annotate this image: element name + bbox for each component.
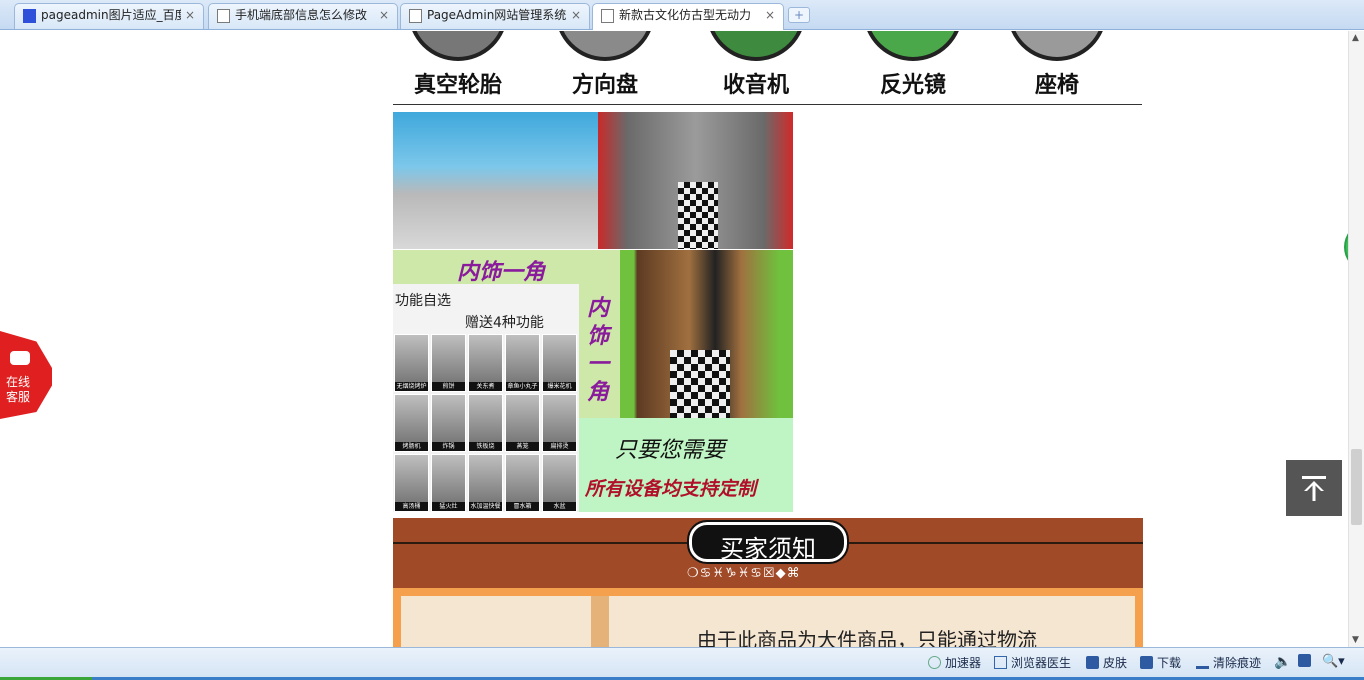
notice-text: 由于此商品为大件商品，只能通过物流	[697, 628, 1037, 647]
page-icon	[601, 9, 614, 23]
accelerator-button[interactable]: 加速器	[928, 654, 981, 671]
function-thumb: 蒸笼	[505, 394, 540, 452]
function-thumb: 烤肠机	[394, 394, 429, 452]
medkit-icon	[994, 656, 1007, 669]
new-tab-button[interactable]: +	[788, 7, 810, 23]
feature-item: 反光镜	[853, 31, 973, 105]
function-thumb: 章鱼小丸子	[505, 334, 540, 392]
browser-tab-active[interactable]: 新款古文化仿古型无动力 ×	[592, 3, 784, 30]
interior-collage: 内饰一角 功能自选 赠送4种功能 无烟烧烤炉 煎饼 关东煮 章鱼小丸子 爆米花机…	[393, 250, 793, 512]
rocket-icon	[928, 656, 941, 669]
browser-status-bar: 加速器 浏览器医生 皮肤 下载 清除痕迹 🔈 🔍▾	[0, 647, 1364, 680]
function-panel: 功能自选 赠送4种功能 无烟烧烤炉 煎饼 关东煮 章鱼小丸子 爆米花机 烤肠机 …	[393, 284, 579, 512]
tab-title: 手机端底部信息怎么修改	[235, 8, 368, 22]
page-icon	[217, 9, 230, 23]
close-icon[interactable]: ×	[571, 4, 581, 26]
vertical-scrollbar[interactable]: ▲ ▼	[1348, 31, 1364, 647]
seat-image	[1007, 31, 1107, 61]
back-to-top-button[interactable]	[1286, 460, 1342, 516]
function-thumbs: 无烟烧烤炉 煎饼 关东煮 章鱼小丸子 爆米花机 烤肠机 炸锅 铁板烧 蒸笼 扁排…	[394, 334, 578, 512]
scroll-up-arrow-icon[interactable]: ▲	[1352, 33, 1359, 43]
function-thumb: 冒水箱	[505, 454, 540, 512]
clear-history-button[interactable]: 清除痕迹	[1196, 654, 1261, 671]
feature-label: 方向盘	[571, 73, 638, 98]
customization-panel: 只要您需要 所有设备均支持定制	[579, 418, 793, 512]
kitchen-photo-right	[598, 112, 793, 249]
function-thumb: 煎饼	[431, 334, 466, 392]
tab-title: 新款古文化仿古型无动力	[619, 8, 752, 22]
page-viewport: 真空轮胎 方向盘 收音机 反光镜 座椅 内饰一角 功能自选 赠送4种功能 无烟烧…	[0, 31, 1348, 647]
tire-image	[408, 31, 508, 61]
browser-tab[interactable]: PageAdmin网站管理系统 ×	[400, 3, 590, 29]
feature-label: 反光镜	[879, 73, 946, 98]
feature-row: 真空轮胎 方向盘 收音机 反光镜 座椅	[393, 31, 1142, 105]
function-thumb: 炸锅	[431, 394, 466, 452]
banner-badge: 买家须知	[687, 520, 849, 564]
volume-icon[interactable]: 🔈	[1274, 654, 1291, 670]
download-icon	[1140, 656, 1153, 669]
need-line-1: 只要您需要	[615, 438, 726, 463]
notice-inner: 由于此商品为大件商品，只能通过物流	[401, 596, 1135, 647]
function-thumb: 爆米花机	[542, 334, 577, 392]
feature-item: 收音机	[696, 31, 816, 105]
scroll-down-arrow-icon[interactable]: ▼	[1352, 635, 1359, 645]
feature-label: 真空轮胎	[413, 73, 502, 98]
function-subtitle: 赠送4种功能	[465, 315, 544, 331]
function-thumb: 高汤桶	[394, 454, 429, 512]
close-icon[interactable]: ×	[379, 4, 389, 26]
function-thumb: 水盆	[542, 454, 577, 512]
online-service-label: 在线客服	[6, 375, 31, 404]
banner-symbols: ❍♋♓♑♓♋☒◆⌘	[687, 566, 801, 581]
function-thumb: 水加温快餐	[468, 454, 503, 512]
steering-wheel-image	[555, 31, 655, 61]
download-button[interactable]: 下载	[1140, 654, 1181, 671]
checker-floor	[670, 350, 730, 418]
feature-item: 座椅	[997, 31, 1117, 105]
function-title: 功能自选	[395, 293, 451, 309]
kitchen-photo	[393, 112, 793, 249]
skin-button[interactable]: 皮肤	[1086, 654, 1127, 671]
feature-item: 真空轮胎	[398, 31, 518, 105]
radio-image	[706, 31, 806, 61]
function-thumb: 关东煮	[468, 334, 503, 392]
baidu-paw-icon	[23, 9, 36, 23]
buyer-notice-banner: 买家须知 ❍♋♓♑♓♋☒◆⌘	[393, 518, 1143, 588]
browser-tab-bar: pageadmin图片适应_百度 × 手机端底部信息怎么修改 × PageAdm…	[0, 0, 1364, 30]
broom-icon	[1196, 656, 1209, 669]
feature-item: 方向盘	[545, 31, 665, 105]
function-thumb: 铁板烧	[468, 394, 503, 452]
device-icon[interactable]	[1298, 654, 1315, 668]
mirror-image	[863, 31, 963, 61]
tab-title: pageadmin图片适应_百度	[41, 8, 181, 22]
arrow-up-icon	[1302, 476, 1326, 501]
browser-tab[interactable]: 手机端底部信息怎么修改 ×	[208, 3, 398, 29]
function-thumb: 猛火灶	[431, 454, 466, 512]
need-line-2: 所有设备均支持定制	[585, 478, 757, 500]
interior-vertical-title: 内饰一角	[586, 295, 609, 405]
feature-label: 收音机	[722, 73, 789, 98]
feature-label: 座椅	[1034, 73, 1079, 98]
kitchen-photo-left	[393, 112, 598, 249]
interior-photo	[620, 250, 793, 418]
function-thumb: 扁排烫	[542, 394, 577, 452]
checker-floor	[678, 182, 718, 249]
shirt-icon	[1086, 656, 1099, 669]
browser-doctor-button[interactable]: 浏览器医生	[994, 654, 1071, 671]
page-icon	[409, 9, 422, 23]
tab-title: PageAdmin网站管理系统	[427, 8, 567, 22]
close-icon[interactable]: ×	[185, 4, 195, 26]
function-thumb: 无烟烧烤炉	[394, 334, 429, 392]
chat-icon	[10, 351, 30, 365]
zoom-icon[interactable]: 🔍▾	[1322, 654, 1345, 669]
notice-divider	[591, 596, 609, 647]
notice-box: 由于此商品为大件商品，只能通过物流	[393, 588, 1143, 647]
browser-tab[interactable]: pageadmin图片适应_百度 ×	[14, 3, 204, 29]
banner-title: 买家须知	[720, 535, 816, 563]
scroll-thumb[interactable]	[1351, 449, 1362, 525]
close-icon[interactable]: ×	[765, 4, 775, 26]
interior-title: 内饰一角	[457, 259, 546, 285]
